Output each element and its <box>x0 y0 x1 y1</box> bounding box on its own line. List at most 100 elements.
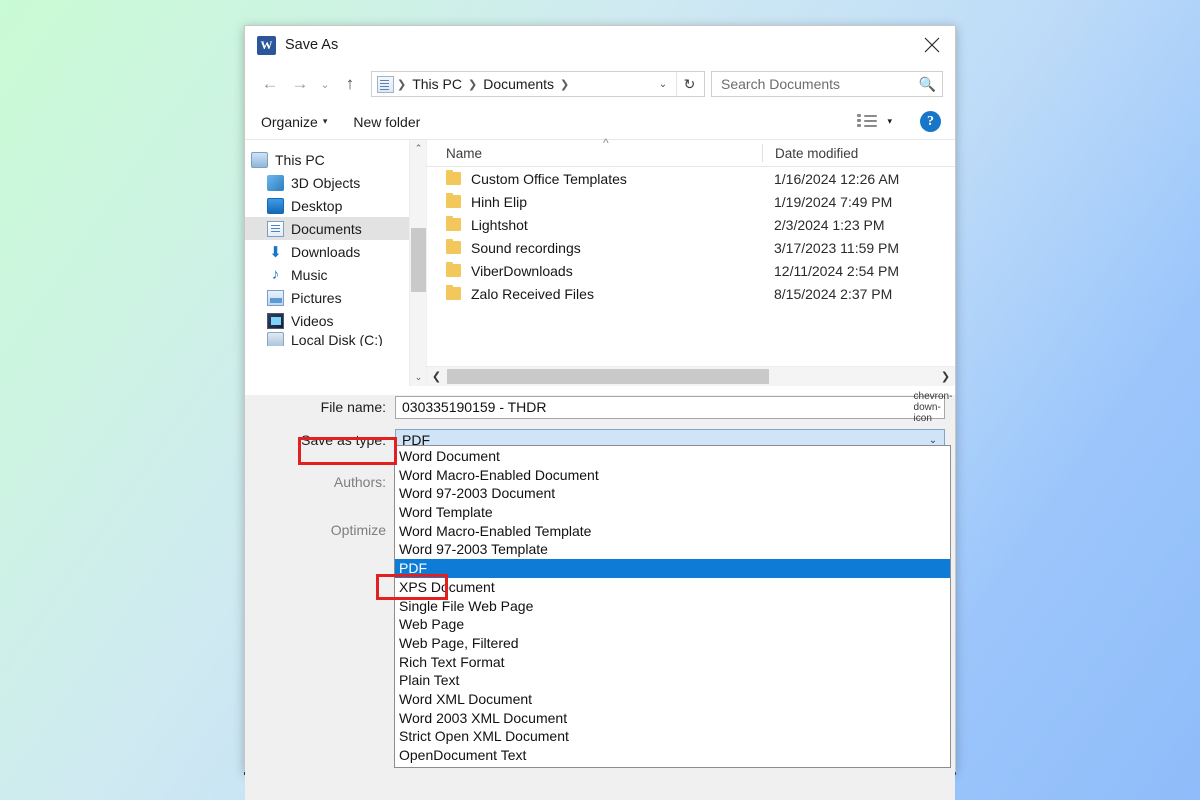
dropdown-option-opendocument-text[interactable]: OpenDocument Text <box>395 746 950 765</box>
view-options-chevron-icon[interactable]: ▾ <box>887 116 892 127</box>
close-icon[interactable] <box>909 26 955 64</box>
scrollbar-thumb[interactable] <box>411 228 426 292</box>
search-placeholder: Search Documents <box>721 76 841 92</box>
breadcrumb-separator-icon: ❯ <box>397 78 407 91</box>
chevron-left-icon[interactable]: ❮ <box>427 367 446 386</box>
dropdown-option-word-2003-xml-document[interactable]: Word 2003 XML Document <box>395 709 950 728</box>
forward-arrow-icon[interactable]: → <box>285 70 315 98</box>
dialog-title-bar: Save As <box>245 26 955 64</box>
dropdown-option-web-page[interactable]: Web Page <box>395 615 950 634</box>
nav-pane-scrollbar[interactable]: ⌃ ⌄ <box>409 140 426 386</box>
column-header-date-modified[interactable]: Date modified <box>763 146 858 161</box>
command-bar: Organize ▾ New folder ▾ ? <box>245 104 955 140</box>
dropdown-option-word-document[interactable]: Word Document <box>395 447 950 466</box>
file-date-cell: 2/3/2024 1:23 PM <box>774 216 885 233</box>
table-row[interactable]: Sound recordings 3/17/2023 11:59 PM <box>427 236 955 259</box>
file-name-input[interactable]: 030335190159 - THDR chevron-down-icon <box>395 391 953 424</box>
sidebar-item-downloads[interactable]: ⬇ Downloads <box>245 240 426 263</box>
3d-objects-icon <box>267 174 284 191</box>
sidebar-item-label: 3D Objects <box>291 174 361 191</box>
file-name-text: Sound recordings <box>471 239 581 256</box>
optimize-label: Optimize <box>330 522 386 538</box>
sidebar-item-label: Local Disk (C:) <box>291 332 383 346</box>
music-icon: ♪ <box>271 266 280 283</box>
sidebar-item-music[interactable]: ♪ Music <box>245 263 426 286</box>
table-row[interactable]: Lightshot 2/3/2024 1:23 PM <box>427 213 955 236</box>
file-list-horizontal-scrollbar[interactable]: ❮ ❯ <box>427 366 955 386</box>
chevron-up-icon[interactable]: ⌃ <box>410 140 427 157</box>
file-name-row: File name: 030335190159 - THDR chevron-d… <box>245 391 955 424</box>
explorer-panes: This PC 3D Objects Desktop Documents ⬇ D… <box>245 136 955 386</box>
breadcrumb-separator-icon: ❯ <box>560 78 570 91</box>
dropdown-option-pdf[interactable]: PDF <box>395 559 950 578</box>
chevron-down-icon[interactable]: ⌄ <box>652 72 674 96</box>
file-name-text: Hinh Elip <box>471 193 528 210</box>
dropdown-option-word-xml-document[interactable]: Word XML Document <box>395 690 950 709</box>
sidebar-item-local-disk[interactable]: Local Disk (C:) <box>245 332 426 346</box>
sidebar-item-videos[interactable]: Videos <box>245 309 426 332</box>
videos-icon <box>267 312 284 329</box>
file-name-label: File name: <box>320 399 386 415</box>
file-name-cell: Zalo Received Files <box>427 285 762 302</box>
file-name-value: 030335190159 - THDR <box>402 399 547 415</box>
screenshot-root: Transform More... Save As ← → ⌄ ↑ ❯ This… <box>0 0 1200 800</box>
table-row[interactable]: Custom Office Templates 1/16/2024 12:26 … <box>427 167 955 190</box>
sidebar-item-3d-objects[interactable]: 3D Objects <box>245 171 426 194</box>
file-name-text: Custom Office Templates <box>471 170 627 187</box>
breadcrumb-this-pc[interactable]: This PC <box>407 76 467 92</box>
up-arrow-icon[interactable]: ↑ <box>335 70 365 98</box>
dropdown-option-xps-document[interactable]: XPS Document <box>395 578 950 597</box>
file-date-cell: 8/15/2024 2:37 PM <box>774 285 893 302</box>
refresh-icon[interactable]: ↻ <box>676 72 702 96</box>
dropdown-option-single-file-web-page[interactable]: Single File Web Page <box>395 597 950 616</box>
dropdown-option-rich-text-format[interactable]: Rich Text Format <box>395 653 950 672</box>
dropdown-option-word-macro-enabled-document[interactable]: Word Macro-Enabled Document <box>395 466 950 485</box>
sidebar-item-documents[interactable]: Documents <box>245 217 426 240</box>
local-disk-icon <box>267 332 284 346</box>
chevron-down-icon[interactable]: ⌄ <box>410 369 427 386</box>
file-date-cell: 12/11/2024 2:54 PM <box>774 262 900 279</box>
new-folder-button[interactable]: New folder <box>353 114 420 130</box>
organize-button[interactable]: Organize ▾ <box>261 114 327 130</box>
dropdown-option-word-macro-enabled-template[interactable]: Word Macro-Enabled Template <box>395 522 950 541</box>
folder-icon <box>446 285 461 300</box>
table-row[interactable]: Zalo Received Files 8/15/2024 2:37 PM <box>427 282 955 305</box>
sidebar-item-this-pc[interactable]: This PC <box>245 148 426 171</box>
file-name-text: ViberDownloads <box>471 262 573 279</box>
dropdown-option-web-page-filtered[interactable]: Web Page, Filtered <box>395 634 950 653</box>
list-view-icon[interactable] <box>857 113 878 131</box>
file-name-text: Lightshot <box>471 216 528 233</box>
file-date-cell: 1/16/2024 12:26 AM <box>774 170 900 187</box>
file-name-cell: Lightshot <box>427 216 762 233</box>
chevron-down-icon[interactable]: chevron-down-icon <box>914 391 953 424</box>
sidebar-item-label: Music <box>291 266 328 283</box>
sidebar-item-label: Documents <box>291 220 362 237</box>
folder-icon <box>446 170 461 185</box>
chevron-right-icon[interactable]: ❯ <box>936 367 955 386</box>
documents-icon <box>267 220 284 237</box>
table-row[interactable]: ViberDownloads 12/11/2024 2:54 PM <box>427 259 955 282</box>
search-icon[interactable]: 🔍 <box>919 76 936 93</box>
dropdown-option-strict-open-xml-document[interactable]: Strict Open XML Document <box>395 727 950 746</box>
dropdown-option-word-97-2003-template[interactable]: Word 97-2003 Template <box>395 540 950 559</box>
save-as-type-dropdown-list[interactable]: Word Document Word Macro-Enabled Documen… <box>394 445 951 768</box>
file-name-text: Zalo Received Files <box>471 285 594 302</box>
dropdown-option-word-97-2003-document[interactable]: Word 97-2003 Document <box>395 484 950 503</box>
breadcrumb-documents[interactable]: Documents <box>478 76 559 92</box>
folder-icon <box>446 216 461 231</box>
file-date-cell: 1/19/2024 7:49 PM <box>774 193 893 210</box>
column-header-name[interactable]: Name <box>427 136 762 161</box>
back-arrow-icon[interactable]: ← <box>255 70 285 98</box>
sidebar-item-pictures[interactable]: Pictures <box>245 286 426 309</box>
chevron-down-icon: ▾ <box>322 116 328 126</box>
help-icon[interactable]: ? <box>920 111 941 132</box>
authors-label: Authors: <box>333 474 386 490</box>
scrollbar-thumb[interactable] <box>447 369 769 384</box>
recent-locations-chevron-icon[interactable]: ⌄ <box>315 70 335 98</box>
search-input[interactable]: Search Documents 🔍 <box>711 71 943 97</box>
dropdown-option-word-template[interactable]: Word Template <box>395 503 950 522</box>
table-row[interactable]: Hinh Elip 1/19/2024 7:49 PM <box>427 190 955 213</box>
dropdown-option-plain-text[interactable]: Plain Text <box>395 671 950 690</box>
address-bar[interactable]: ❯ This PC ❯ Documents ❯ ⌄ ↻ <box>371 71 705 97</box>
sidebar-item-desktop[interactable]: Desktop <box>245 194 426 217</box>
